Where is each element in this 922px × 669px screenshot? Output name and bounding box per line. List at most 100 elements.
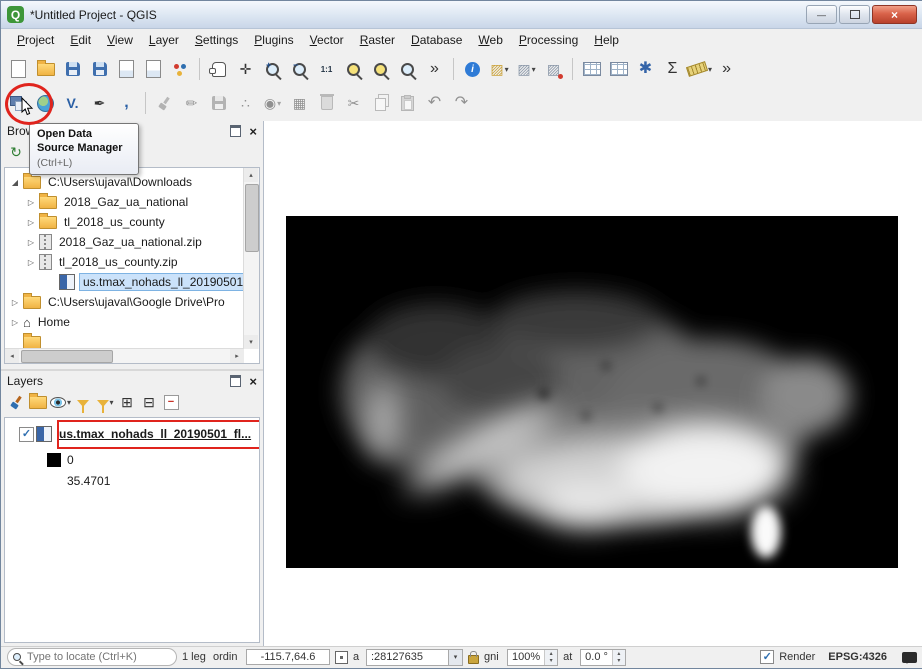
tree-item-label[interactable]: 2018_Gaz_ua_national.zip	[56, 234, 205, 250]
magnifier-spinbox[interactable]: 100% ▴▾	[507, 649, 558, 666]
zoom-native-button[interactable]: 1:1	[314, 56, 339, 82]
layers-panel-header[interactable]: Layers ×	[1, 371, 263, 391]
measure-button[interactable]: ▾	[687, 56, 712, 82]
tree-item-label[interactable]: C:\Users\ujaval\Downloads	[45, 174, 195, 190]
style-manager-button[interactable]	[168, 56, 193, 82]
pan-map-button[interactable]	[206, 56, 231, 82]
rotation-spinbox[interactable]: 0.0 ° ▴▾	[580, 649, 626, 666]
spin-up-icon[interactable]: ▴	[545, 650, 557, 658]
spin-up-icon[interactable]: ▴	[613, 650, 625, 658]
menu-database[interactable]: Database	[403, 30, 470, 50]
current-edits-button[interactable]	[152, 90, 177, 116]
select-by-form-button[interactable]: ▨▾	[514, 56, 539, 82]
layer-visibility-checkbox[interactable]: ✓	[19, 427, 34, 442]
title-bar[interactable]: Q *Untitled Project - QGIS — ×	[1, 1, 922, 29]
menu-edit[interactable]: Edit	[62, 30, 99, 50]
menu-layer[interactable]: Layer	[141, 30, 187, 50]
zoom-in-button[interactable]: +	[260, 56, 285, 82]
expander-icon[interactable]: ▷	[25, 198, 37, 207]
lock-scale-icon[interactable]	[468, 655, 479, 664]
scrollbar-thumb[interactable]	[21, 350, 113, 363]
tree-row-downloads[interactable]: ◢ C:\Users\ujaval\Downloads	[5, 172, 195, 192]
minimize-button[interactable]: —	[806, 5, 837, 24]
close-panel-icon[interactable]: ×	[249, 125, 257, 138]
copy-features-button[interactable]	[368, 90, 393, 116]
undo-button[interactable]: ↶	[422, 90, 447, 116]
scrollbar-thumb[interactable]	[245, 184, 259, 252]
menu-settings[interactable]: Settings	[187, 30, 246, 50]
save-edits-button[interactable]	[206, 90, 231, 116]
spin-down-icon[interactable]: ▾	[613, 657, 625, 665]
spin-down-icon[interactable]: ▾	[545, 657, 557, 665]
manage-map-themes-button[interactable]: ▾	[50, 392, 71, 412]
tree-row-home[interactable]: ▷ ⌂ Home	[5, 312, 73, 332]
messages-icon[interactable]	[902, 652, 917, 663]
delete-selected-button[interactable]	[314, 90, 339, 116]
maximize-button[interactable]	[839, 5, 870, 24]
refresh-button[interactable]: ↻	[6, 142, 26, 162]
menu-plugins[interactable]: Plugins	[246, 30, 301, 50]
toolbar-overflow-button-2[interactable]: »	[714, 56, 739, 82]
map-canvas[interactable]	[263, 121, 922, 646]
expander-icon[interactable]: ▷	[9, 298, 21, 307]
open-project-button[interactable]	[33, 56, 58, 82]
toggle-editing-button[interactable]: ✏	[179, 90, 204, 116]
pan-to-selection-button[interactable]: ✛	[233, 56, 258, 82]
add-delimited-text-button[interactable]: ,	[114, 90, 139, 116]
render-checkbox[interactable]: ✓	[760, 650, 774, 664]
expander-icon[interactable]: ◢	[9, 178, 21, 187]
new-annotation-button[interactable]: ✒	[87, 90, 112, 116]
modify-attributes-button[interactable]: ▦	[287, 90, 312, 116]
new-project-button[interactable]	[6, 56, 31, 82]
cut-features-button[interactable]: ✂	[341, 90, 366, 116]
scroll-right-icon[interactable]: ▸	[230, 349, 244, 363]
statistics-button[interactable]: Σ	[660, 56, 685, 82]
expand-all-button[interactable]: ⊞	[117, 392, 137, 412]
horizontal-scrollbar[interactable]: ◂ ▸	[5, 348, 244, 363]
close-button[interactable]: ×	[872, 5, 917, 24]
menu-web[interactable]: Web	[470, 30, 510, 50]
new-print-layout-button[interactable]	[114, 56, 139, 82]
coordinate-input[interactable]	[246, 649, 330, 665]
zoom-to-layer-button[interactable]	[395, 56, 420, 82]
scroll-left-icon[interactable]: ◂	[5, 349, 19, 363]
tree-item-label[interactable]: 2018_Gaz_ua_national	[61, 194, 191, 210]
deselect-features-button[interactable]: ▨	[541, 56, 566, 82]
identify-features-button[interactable]: i	[460, 56, 485, 82]
scroll-up-icon[interactable]: ▴	[244, 168, 258, 182]
zoom-to-selection-button[interactable]	[368, 56, 393, 82]
tree-item-label-selected[interactable]: us.tmax_nohads_ll_20190501_	[79, 273, 254, 291]
menu-help[interactable]: Help	[586, 30, 627, 50]
tree-row-gaz-zip[interactable]: ▷ 2018_Gaz_ua_national.zip	[5, 232, 205, 252]
filter-legend-button[interactable]	[73, 392, 93, 412]
processing-toolbox-button[interactable]: ✱	[633, 56, 658, 82]
crs-status[interactable]: EPSG:4326	[828, 651, 887, 663]
tree-item-label[interactable]: C:\Users\ujaval\Google Drive\Pro	[45, 294, 228, 310]
tree-row-county-zip[interactable]: ▷ tl_2018_us_county.zip	[5, 252, 181, 272]
menu-vector[interactable]: Vector	[302, 30, 352, 50]
new-vector-layer-button[interactable]: V.	[60, 90, 85, 116]
expander-icon[interactable]: ▷	[9, 318, 21, 327]
scale-combobox[interactable]: :28127635 ▾	[366, 649, 463, 666]
layer-name[interactable]: us.tmax_nohads_ll_20190501_fl...	[56, 426, 254, 442]
menu-view[interactable]: View	[99, 30, 141, 50]
toolbar-overflow-button[interactable]: »	[422, 56, 447, 82]
field-calculator-button[interactable]	[606, 56, 631, 82]
layout-manager-button[interactable]	[141, 56, 166, 82]
save-project-button[interactable]	[60, 56, 85, 82]
layer-row-tmax[interactable]: ✓ us.tmax_nohads_ll_20190501_fl...	[5, 424, 254, 444]
redo-button[interactable]: ↷	[449, 90, 474, 116]
vertical-scrollbar[interactable]: ▴ ▾	[243, 168, 259, 349]
add-group-button[interactable]	[28, 392, 48, 412]
expander-icon[interactable]: ▷	[25, 238, 37, 247]
menu-raster[interactable]: Raster	[352, 30, 403, 50]
collapse-all-button[interactable]: ⊟	[139, 392, 159, 412]
tree-item-label[interactable]: tl_2018_us_county	[61, 214, 168, 230]
extents-toggle-icon[interactable]	[335, 651, 348, 664]
add-feature-button[interactable]: ∴	[233, 90, 258, 116]
open-layer-styling-button[interactable]	[6, 392, 26, 412]
tree-row-county-folder[interactable]: ▷ tl_2018_us_county	[5, 212, 168, 232]
open-attribute-table-button[interactable]	[579, 56, 604, 82]
locate-input[interactable]	[25, 650, 147, 664]
menu-project[interactable]: Project	[9, 30, 62, 50]
